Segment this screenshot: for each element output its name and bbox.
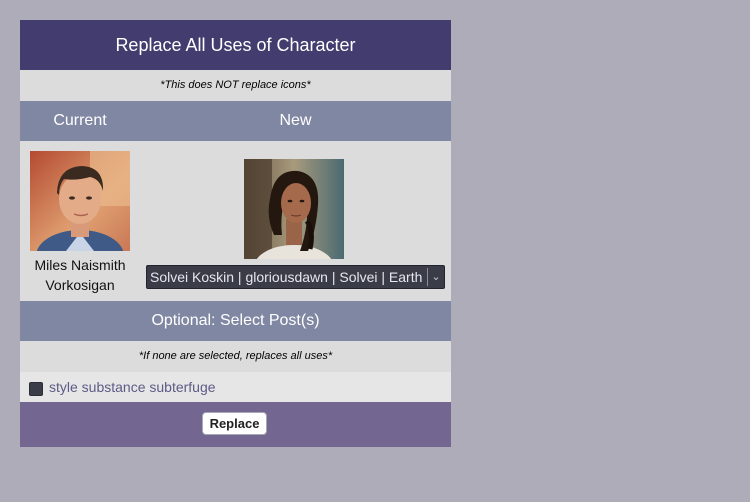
column-headers: Current New (20, 101, 451, 141)
list-item: style substance subterfuge (20, 372, 451, 402)
replace-character-panel: Replace All Uses of Character *This does… (20, 20, 451, 447)
current-character-avatar (30, 151, 130, 251)
current-character-name: Miles Naismith Vorkosigan (20, 255, 140, 295)
new-character-select[interactable]: Solvei Koskin | gloriousdawn | Solvei | … (146, 265, 445, 289)
characters-row: Miles Naismith Vorkosigan Solvei Koskin … (20, 141, 451, 301)
post-checkbox[interactable] (29, 382, 43, 396)
column-header-current: Current (53, 112, 107, 129)
chevron-down-icon: ⌄ (427, 268, 444, 286)
new-character-select-value: Solvei Koskin | gloriousdawn | Solvei | … (150, 269, 423, 285)
new-character-avatar (244, 159, 344, 259)
current-character-name-line2: Vorkosigan (45, 277, 115, 293)
panel-title: Replace All Uses of Character (20, 20, 451, 70)
icons-note: *This does NOT replace icons* (20, 70, 451, 101)
post-link[interactable]: style substance subterfuge (49, 372, 216, 402)
current-character-name-line1: Miles Naismith (34, 257, 126, 273)
panel-footer: Replace (20, 402, 451, 447)
column-header-new: New (279, 112, 312, 129)
optional-posts-note: *If none are selected, replaces all uses… (20, 341, 451, 372)
replace-button[interactable]: Replace (202, 412, 267, 435)
optional-posts-header: Optional: Select Post(s) (20, 301, 451, 341)
